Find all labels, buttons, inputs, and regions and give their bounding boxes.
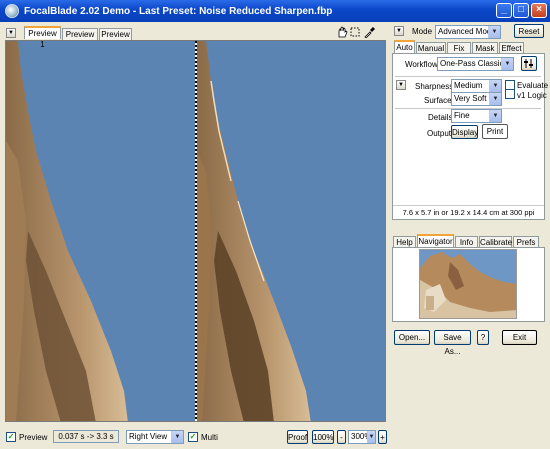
output-label: Output [427, 129, 452, 138]
size-info: 7.6 x 5.7 in or 19.2 x 14.4 cm at 300 pp… [393, 205, 544, 219]
sharpness-select[interactable]: Medium ▼ [451, 79, 502, 93]
chevron-down-icon: ▼ [489, 93, 501, 105]
output-display-button[interactable]: Display [451, 125, 478, 139]
window-title: FocalBlade 2.02 Demo - Last Preset: Nois… [24, 5, 333, 17]
preview-menu-dropdown[interactable]: ▼ [6, 28, 16, 38]
close-button[interactable]: × [531, 3, 547, 18]
marquee-icon[interactable] [350, 27, 360, 37]
output-print-button[interactable]: Print [482, 124, 508, 139]
tab-preview-3[interactable]: Preview 3 [99, 28, 132, 50]
tab-auto[interactable]: Auto [394, 40, 415, 53]
chevron-down-icon: ▼ [501, 58, 513, 70]
navigator-thumbnail[interactable] [419, 249, 517, 319]
minimize-button[interactable]: _ [496, 3, 512, 18]
evaluate-label: Evaluate [517, 81, 549, 90]
help-button[interactable]: ? [477, 330, 489, 345]
multi-checkbox[interactable]: ✓ [188, 432, 198, 442]
open-button[interactable]: Open... [394, 330, 430, 345]
chevron-down-icon: ▼ [489, 80, 501, 92]
sharpness-menu-dropdown[interactable]: ▼ [396, 80, 406, 90]
workflow-select[interactable]: One-Pass Classic ▼ [437, 57, 514, 71]
workflow-options-button[interactable] [521, 56, 537, 71]
surface-select-value: Very Soft [454, 94, 487, 103]
maximize-button[interactable]: □ [513, 3, 529, 18]
multi-label: Multi [201, 433, 218, 442]
timing-display: 0.037 s -> 3.3 s [53, 430, 119, 443]
details-select-value: Fine [454, 111, 470, 120]
hand-icon[interactable] [336, 26, 348, 38]
app-icon [5, 4, 19, 18]
eyedropper-icon[interactable] [363, 26, 375, 38]
details-select[interactable]: Fine ▼ [451, 109, 502, 123]
workflow-label: Workflow [405, 60, 438, 69]
mode-select[interactable]: Advanced Mode ▼ [435, 25, 501, 39]
zoom-select[interactable]: 300% ▼ [348, 430, 376, 444]
sharpness-label: Sharpness [415, 82, 454, 91]
proof-button[interactable]: Proof [287, 430, 308, 444]
view-select[interactable]: Right View ▼ [126, 430, 184, 444]
sliders-icon [524, 59, 533, 68]
mode-label: Mode [412, 27, 433, 36]
zoom-out-button[interactable]: - [337, 430, 346, 444]
sharpness-select-value: Medium [454, 81, 483, 90]
view-select-value: Right View [129, 432, 168, 441]
chevron-down-icon: ▼ [489, 110, 501, 122]
chevron-down-icon: ▼ [488, 26, 500, 38]
chevron-down-icon: ▼ [171, 431, 183, 443]
mode-menu-dropdown[interactable]: ▼ [394, 26, 404, 36]
exit-button[interactable]: Exit [502, 330, 537, 345]
surface-select[interactable]: Very Soft ▼ [451, 92, 502, 106]
zoom-100-button[interactable]: 100% [312, 430, 334, 444]
preview-image[interactable] [5, 40, 386, 422]
reset-button[interactable]: Reset [514, 24, 544, 38]
title-bar: FocalBlade 2.02 Demo - Last Preset: Nois… [0, 0, 550, 22]
divider [395, 76, 541, 77]
v1-logic-label: v1 Logic [517, 91, 547, 100]
v1-logic-checkbox[interactable] [505, 89, 515, 99]
preview-checkbox[interactable]: ✓ [6, 432, 16, 442]
preview-label: Preview [19, 433, 48, 442]
tab-preview-2[interactable]: Preview 2 [62, 28, 98, 50]
chevron-down-icon: ▼ [367, 431, 375, 443]
surface-label: Surface [424, 96, 452, 105]
workflow-select-value: One-Pass Classic [440, 59, 504, 68]
save-as-button[interactable]: Save As... [434, 330, 471, 356]
tab-preview-1[interactable]: Preview 1 [24, 26, 61, 49]
tab-navigator[interactable]: Navigator [417, 234, 454, 247]
zoom-in-button[interactable]: + [378, 430, 387, 444]
details-label: Details [428, 113, 453, 122]
